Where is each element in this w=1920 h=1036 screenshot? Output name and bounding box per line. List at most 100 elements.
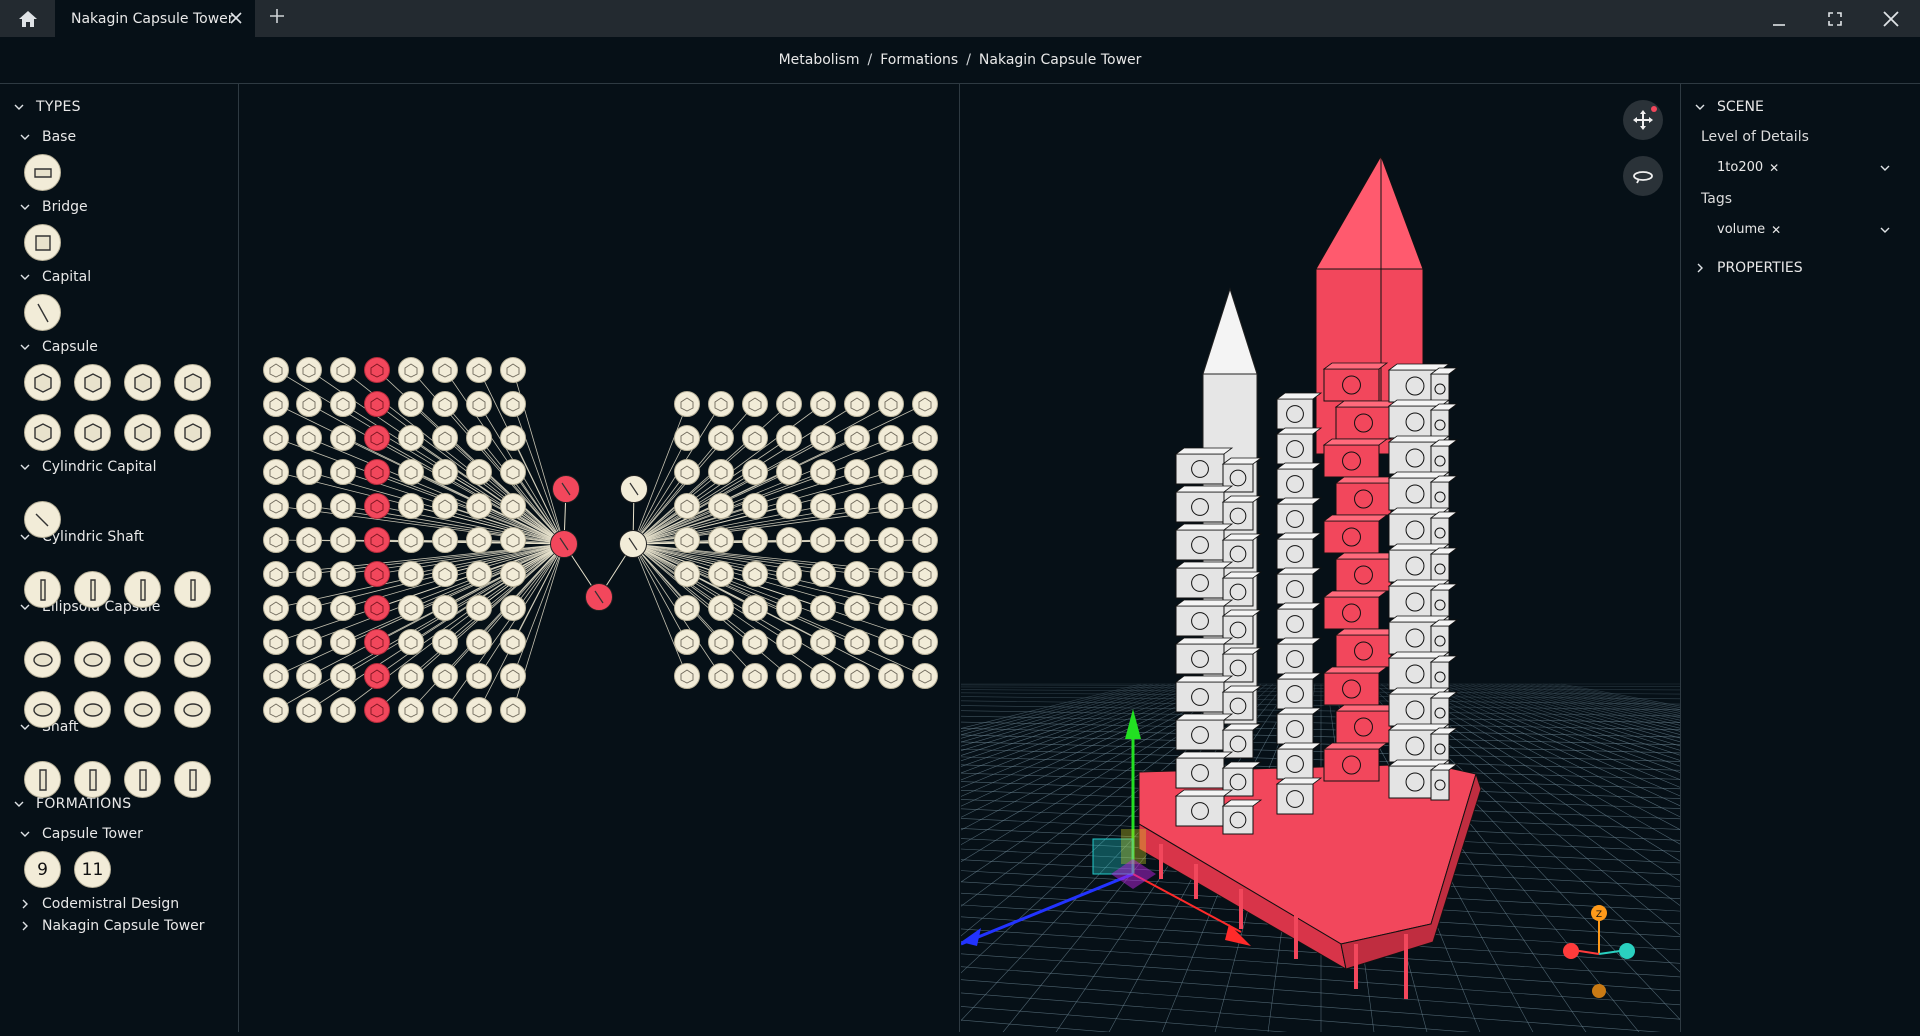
graph-node[interactable] bbox=[500, 697, 526, 723]
graph-node[interactable] bbox=[398, 391, 424, 417]
graph-node[interactable] bbox=[674, 663, 700, 689]
window-close-icon[interactable] bbox=[1877, 5, 1905, 33]
graph-node[interactable] bbox=[810, 663, 836, 689]
orbit-tool-button[interactable] bbox=[1623, 156, 1663, 196]
graph-node[interactable] bbox=[296, 697, 322, 723]
graph-node[interactable] bbox=[878, 527, 904, 553]
graph-node[interactable] bbox=[263, 561, 289, 587]
graph-node[interactable] bbox=[466, 629, 492, 655]
type-thumbnail[interactable] bbox=[74, 571, 111, 608]
graph-node[interactable] bbox=[432, 663, 458, 689]
type-thumbnail[interactable] bbox=[24, 501, 61, 538]
graph-node[interactable] bbox=[708, 561, 734, 587]
graph-node[interactable] bbox=[810, 595, 836, 621]
type-thumbnail[interactable] bbox=[124, 691, 161, 728]
graph-node[interactable] bbox=[330, 595, 356, 621]
graph-node[interactable] bbox=[776, 595, 802, 621]
graph-node[interactable] bbox=[912, 459, 938, 485]
scene-3d[interactable]: Z bbox=[961, 84, 1680, 1032]
maximize-icon[interactable] bbox=[1821, 5, 1849, 33]
graph-node[interactable] bbox=[432, 357, 458, 383]
type-thumbnail[interactable] bbox=[24, 641, 61, 678]
graph-node[interactable] bbox=[810, 425, 836, 451]
graph-node[interactable] bbox=[466, 527, 492, 553]
close-icon[interactable] bbox=[227, 9, 245, 27]
graph-node[interactable] bbox=[330, 629, 356, 655]
type-thumbnail[interactable] bbox=[174, 641, 211, 678]
scene-view[interactable]: Z bbox=[961, 84, 1680, 1032]
graph-node[interactable] bbox=[296, 595, 322, 621]
graph-node[interactable] bbox=[776, 663, 802, 689]
graph-node[interactable] bbox=[263, 391, 289, 417]
group-capsule[interactable]: Capsule bbox=[20, 339, 98, 355]
graph-node[interactable] bbox=[878, 561, 904, 587]
graph-node[interactable] bbox=[466, 493, 492, 519]
graph-node[interactable] bbox=[330, 527, 356, 553]
graph-node[interactable] bbox=[844, 391, 870, 417]
graph-node[interactable] bbox=[330, 425, 356, 451]
graph-node[interactable] bbox=[912, 561, 938, 587]
graph-node[interactable] bbox=[398, 697, 424, 723]
graph-node[interactable] bbox=[364, 561, 390, 587]
graph-node[interactable] bbox=[674, 425, 700, 451]
graph-node[interactable] bbox=[844, 527, 870, 553]
type-thumbnail[interactable] bbox=[174, 761, 211, 798]
graph-node[interactable] bbox=[263, 425, 289, 451]
group-nakagin[interactable]: Nakagin Capsule Tower bbox=[20, 918, 205, 934]
graph-node[interactable] bbox=[398, 663, 424, 689]
graph-node[interactable] bbox=[500, 561, 526, 587]
graph-node[interactable] bbox=[398, 595, 424, 621]
type-thumbnail[interactable] bbox=[74, 414, 111, 451]
graph-node[interactable] bbox=[466, 595, 492, 621]
graph-node[interactable] bbox=[364, 357, 390, 383]
properties-section-header[interactable]: PROPERTIES bbox=[1695, 260, 1803, 276]
graph-node[interactable] bbox=[432, 391, 458, 417]
graph-node[interactable] bbox=[844, 595, 870, 621]
graph-node[interactable] bbox=[466, 459, 492, 485]
graph-node[interactable] bbox=[398, 493, 424, 519]
type-thumbnail[interactable] bbox=[24, 761, 61, 798]
graph-node[interactable] bbox=[742, 629, 768, 655]
type-thumbnail[interactable] bbox=[24, 294, 61, 331]
graph-node[interactable] bbox=[742, 527, 768, 553]
graph-node[interactable] bbox=[776, 561, 802, 587]
graph-view[interactable] bbox=[239, 84, 960, 1032]
graph-node[interactable] bbox=[432, 527, 458, 553]
graph-node[interactable] bbox=[708, 425, 734, 451]
graph-node[interactable] bbox=[263, 697, 289, 723]
graph-node[interactable] bbox=[466, 697, 492, 723]
graph-node[interactable] bbox=[296, 357, 322, 383]
graph-node[interactable] bbox=[674, 391, 700, 417]
formations-section-header[interactable]: FORMATIONS bbox=[14, 796, 131, 812]
graph-node[interactable] bbox=[742, 391, 768, 417]
group-base[interactable]: Base bbox=[20, 129, 76, 145]
graph-node[interactable] bbox=[500, 493, 526, 519]
type-thumbnail[interactable] bbox=[174, 364, 211, 401]
graph-node[interactable] bbox=[674, 595, 700, 621]
graph-node[interactable] bbox=[500, 357, 526, 383]
type-thumbnail[interactable] bbox=[124, 641, 161, 678]
type-thumbnail[interactable] bbox=[174, 691, 211, 728]
graph-node[interactable] bbox=[742, 595, 768, 621]
graph-node[interactable] bbox=[432, 595, 458, 621]
graph-node[interactable] bbox=[432, 629, 458, 655]
graph-node[interactable] bbox=[810, 527, 836, 553]
new-tab-button[interactable] bbox=[265, 6, 289, 30]
graph-node[interactable] bbox=[263, 663, 289, 689]
type-thumbnail[interactable] bbox=[124, 364, 161, 401]
graph-node[interactable] bbox=[466, 425, 492, 451]
type-thumbnail[interactable] bbox=[74, 691, 111, 728]
graph-node[interactable] bbox=[742, 663, 768, 689]
graph-node[interactable] bbox=[364, 459, 390, 485]
graph-node[interactable] bbox=[912, 493, 938, 519]
axis-widget[interactable]: Z bbox=[1563, 905, 1635, 998]
type-thumbnail[interactable] bbox=[24, 691, 61, 728]
type-thumbnail[interactable] bbox=[124, 414, 161, 451]
graph-node[interactable] bbox=[810, 391, 836, 417]
type-thumbnail[interactable] bbox=[24, 154, 61, 191]
graph-node[interactable] bbox=[844, 459, 870, 485]
graph-node[interactable] bbox=[912, 595, 938, 621]
graph-node[interactable] bbox=[296, 629, 322, 655]
graph-node[interactable] bbox=[296, 561, 322, 587]
graph-node[interactable] bbox=[466, 391, 492, 417]
